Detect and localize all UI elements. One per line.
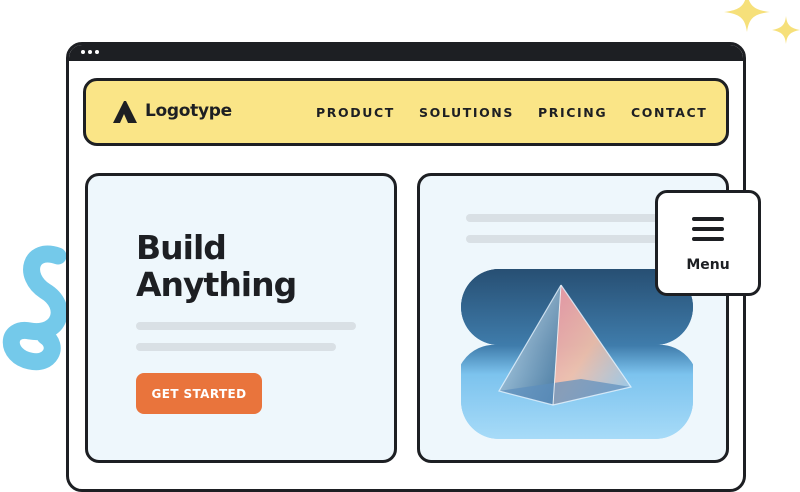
sparkle-small-icon <box>772 16 800 44</box>
menu-label: Menu <box>686 257 730 273</box>
window-titlebar <box>69 45 743 61</box>
menu-button[interactable]: Menu <box>655 190 761 296</box>
window-dot <box>95 50 99 54</box>
hero-card: Build Anything GET STARTED <box>85 173 397 463</box>
browser-window: Logotype PRODUCT SOLUTIONS PRICING CONTA… <box>66 42 746 492</box>
placeholder-text-line <box>136 343 336 351</box>
brand-name[interactable]: Logotype <box>145 101 232 121</box>
placeholder-text-line <box>466 235 662 243</box>
prism-image <box>461 269 693 439</box>
window-dot <box>88 50 92 54</box>
hero-title-line1: Build <box>136 228 227 267</box>
nav-link-pricing[interactable]: PRICING <box>538 105 607 120</box>
nav-link-solutions[interactable]: SOLUTIONS <box>419 105 514 120</box>
top-navbar: Logotype PRODUCT SOLUTIONS PRICING CONTA… <box>83 78 729 146</box>
placeholder-text-line <box>136 322 356 330</box>
get-started-button[interactable]: GET STARTED <box>136 373 262 414</box>
logotype-mark-icon <box>113 101 137 123</box>
nav-link-product[interactable]: PRODUCT <box>316 105 395 120</box>
window-dot <box>81 50 85 54</box>
hero-title-line2: Anything <box>136 265 297 304</box>
placeholder-text-line <box>466 214 662 222</box>
nav-link-contact[interactable]: CONTACT <box>631 105 707 120</box>
hamburger-icon <box>692 217 724 241</box>
hero-title: Build Anything <box>136 228 297 304</box>
sparkle-icon <box>724 0 770 32</box>
